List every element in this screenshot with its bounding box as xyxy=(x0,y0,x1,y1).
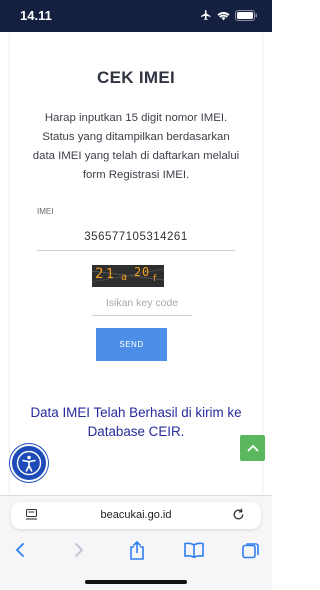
chevron-up-icon xyxy=(246,444,259,452)
address-bar[interactable]: beacukai.go.id xyxy=(11,502,261,529)
bookmarks-icon xyxy=(184,542,204,558)
forward-button[interactable] xyxy=(67,538,91,562)
share-button[interactable] xyxy=(125,538,149,562)
share-icon xyxy=(130,540,144,560)
reload-icon[interactable] xyxy=(232,508,245,521)
page-title: CEK IMEI xyxy=(97,68,175,87)
scroll-to-top-button[interactable] xyxy=(240,435,265,461)
captcha-char: f xyxy=(152,274,158,284)
imei-label: IMEI xyxy=(37,207,54,216)
forward-icon xyxy=(75,543,84,557)
imei-input[interactable] xyxy=(37,223,235,251)
tabs-icon xyxy=(242,543,259,559)
status-time: 14.11 xyxy=(20,8,52,23)
battery-icon xyxy=(235,9,257,21)
browser-navigation xyxy=(0,538,272,562)
success-message: Data IMEI Telah Berhasil di kirim ke Dat… xyxy=(30,405,242,439)
status-icons xyxy=(200,9,258,21)
captcha-char: 2 xyxy=(134,265,142,279)
captcha-char: 0 xyxy=(142,265,150,279)
bookmarks-button[interactable] xyxy=(182,538,206,562)
tabs-button[interactable] xyxy=(239,538,263,562)
captcha-char: 1 xyxy=(106,267,114,282)
accessibility-icon xyxy=(16,450,42,476)
captcha-image: 2 1 a 2 0 f xyxy=(92,265,164,287)
back-button[interactable] xyxy=(8,538,32,562)
airplane-icon xyxy=(201,10,211,20)
accessibility-button[interactable] xyxy=(10,444,48,482)
captcha-char: a xyxy=(121,272,128,283)
instructions-text: Harap inputkan 15 digit nomor IMEI. Stat… xyxy=(32,112,240,181)
status-bar: 14.11 xyxy=(0,0,272,32)
send-button[interactable]: SEND xyxy=(96,328,167,361)
captcha-char: 2 xyxy=(95,266,104,282)
key-code-input[interactable] xyxy=(92,290,192,316)
url-text: beacukai.go.id xyxy=(100,509,172,521)
wifi-icon xyxy=(217,11,230,20)
home-indicator xyxy=(85,580,187,584)
back-icon xyxy=(15,543,24,557)
